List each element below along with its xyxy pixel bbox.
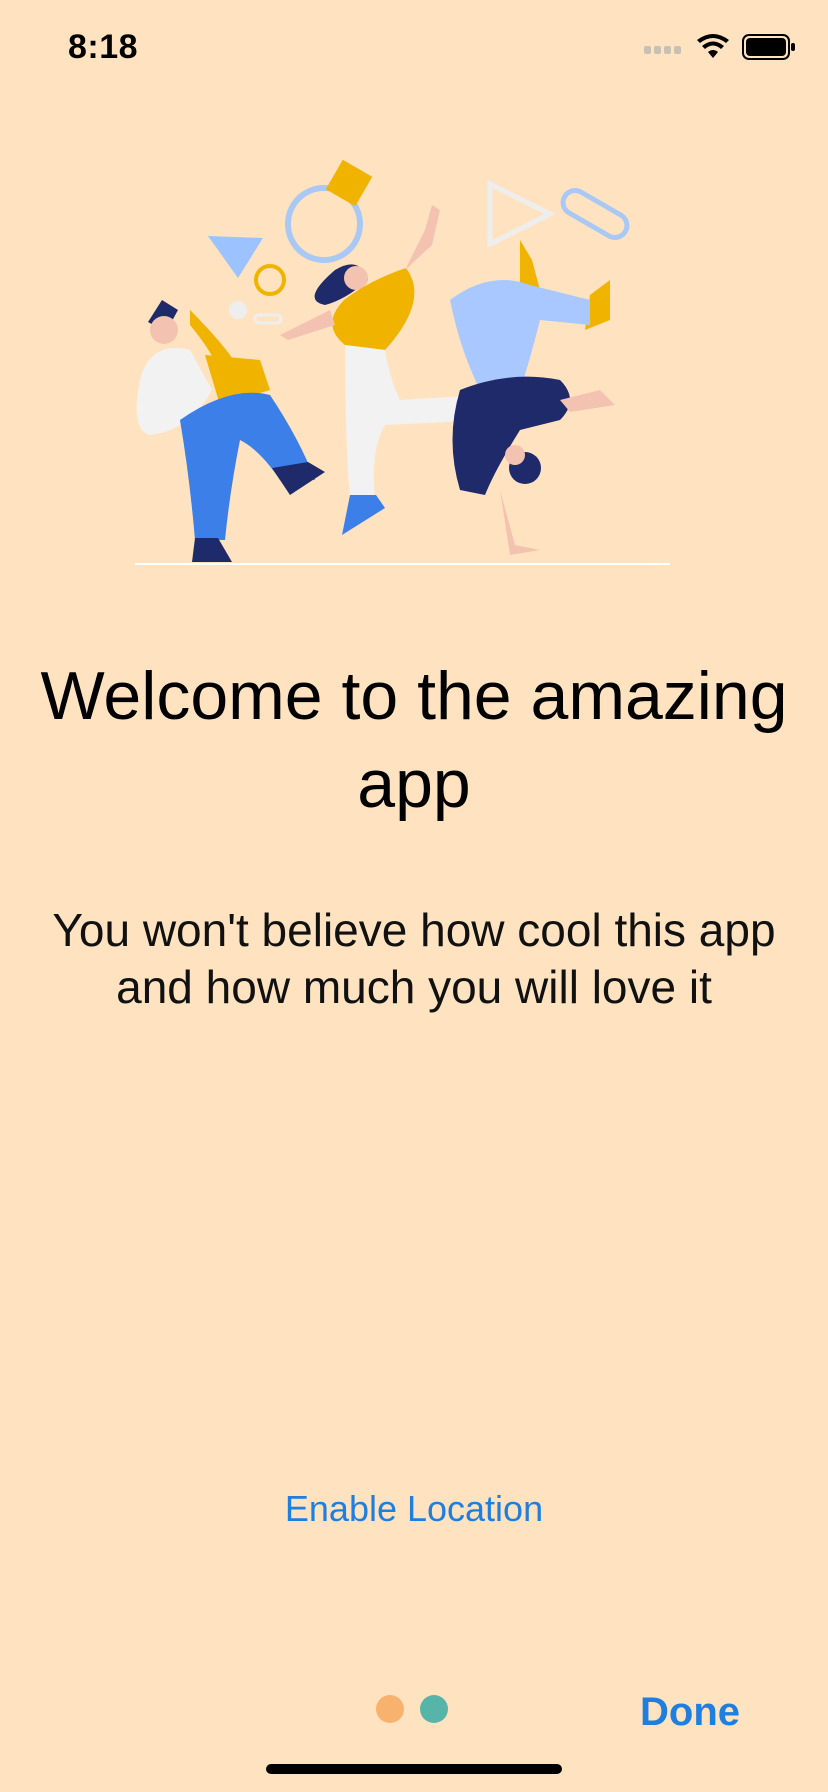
battery-icon	[742, 34, 796, 65]
welcome-title: Welcome to the amazing app	[40, 658, 788, 822]
dancing-people-illustration	[120, 150, 720, 570]
home-indicator	[266, 1764, 562, 1774]
welcome-subtitle: You won't believe how cool this app and …	[52, 904, 776, 1013]
enable-location-button[interactable]: Enable Location	[214, 1478, 614, 1540]
status-bar: 8:18	[0, 0, 828, 100]
page-dot-2[interactable]	[420, 1695, 448, 1723]
status-icons	[644, 34, 796, 65]
page-dot-1[interactable]	[376, 1695, 404, 1723]
page-indicator	[376, 1695, 448, 1723]
wifi-icon	[696, 34, 730, 65]
status-time: 8:18	[68, 28, 139, 66]
done-button[interactable]: Done	[640, 1684, 740, 1741]
cellular-signal-icon	[644, 39, 684, 60]
